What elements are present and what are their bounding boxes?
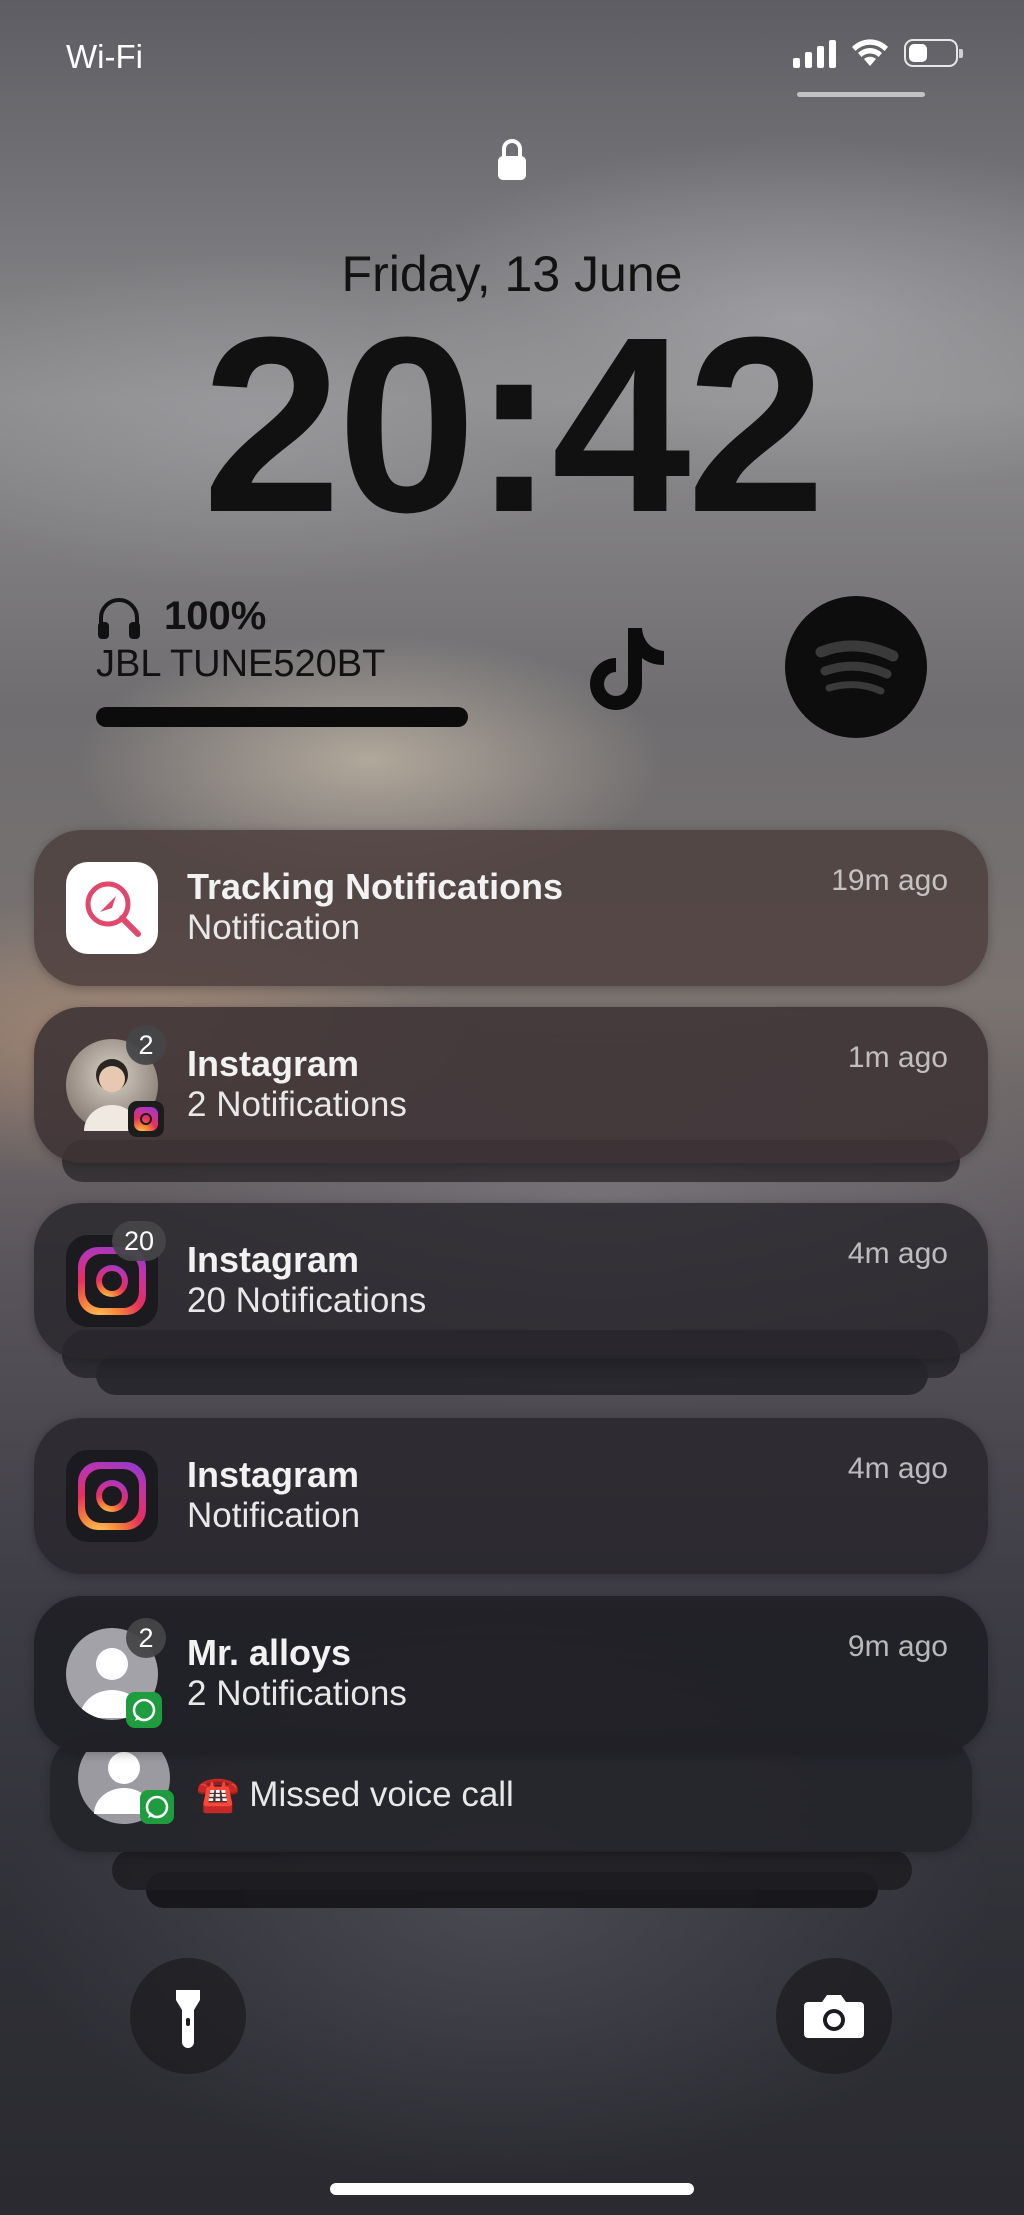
camera-icon (804, 1995, 864, 2038)
home-indicator[interactable] (330, 2183, 694, 2195)
notification-title: Instagram (187, 1239, 360, 1280)
flashlight-icon (176, 1990, 200, 2048)
notification-title: Tracking Notifications (187, 866, 564, 907)
instagram-icon (66, 1450, 158, 1542)
notification-time: 4m ago (847, 1237, 948, 1270)
headphones-battery: 100% (164, 594, 267, 638)
spotify-icon[interactable] (785, 596, 927, 738)
notification-badge: 20 (112, 1221, 166, 1261)
notification-time: 9m ago (847, 1630, 948, 1663)
notification-time: 4m ago (847, 1452, 948, 1485)
notification-stack-layer (112, 1850, 912, 1890)
status-carrier: Wi-Fi (66, 38, 143, 75)
notification-instagram-2[interactable]: 20 Instagram 20 Notifications 4m ago (34, 1203, 988, 1359)
control-center-indicator[interactable] (797, 92, 925, 97)
notification-instagram-1[interactable]: 2 Instagram 2 Notifications 1m ago (34, 1007, 988, 1163)
notification-mr-alloys[interactable]: 2 Mr. alloys 2 Notifications 9m ago (34, 1596, 988, 1752)
notification-badge: 2 (126, 1618, 166, 1658)
instagram-small-icon (128, 1101, 164, 1137)
notification-time: 1m ago (847, 1041, 948, 1074)
notification-instagram-3[interactable]: Instagram Notification 4m ago (34, 1418, 988, 1574)
notification-time: 19m ago (831, 864, 948, 897)
notification-title: Instagram (187, 1454, 360, 1495)
lock-icon (498, 139, 526, 180)
headphones-battery-bar (96, 707, 468, 727)
notification-subtitle: 2 Notifications (187, 1085, 407, 1124)
notification-title: Instagram (187, 1043, 360, 1084)
notification-subtitle: ☎️ Missed voice call (196, 1775, 514, 1814)
whatsapp-icon (140, 1790, 174, 1824)
headphones-device: JBL TUNE520BT (96, 643, 386, 685)
camera-button[interactable] (776, 1958, 892, 2074)
notification-subtitle: 2 Notifications (187, 1674, 407, 1713)
flashlight-button[interactable] (130, 1958, 246, 2074)
notification-badge: 2 (126, 1025, 166, 1065)
battery-icon (904, 39, 963, 67)
notification-subtitle: 20 Notifications (187, 1281, 427, 1320)
notification-title: Mr. alloys (187, 1632, 352, 1673)
notification-subtitle: Notification (187, 908, 361, 947)
whatsapp-icon (126, 1692, 162, 1728)
wifi-icon (852, 39, 888, 66)
battery-level (909, 44, 927, 62)
tracking-app-icon (66, 862, 158, 954)
notification-tracking[interactable]: Tracking Notifications Notification 19m … (34, 830, 988, 986)
status-icons (793, 38, 963, 68)
notification-subtitle: Notification (187, 1496, 361, 1535)
headphones-icon (98, 598, 140, 639)
tiktok-icon[interactable] (578, 620, 674, 716)
lock-time: 20:42 (202, 285, 825, 564)
signal-icon (793, 38, 836, 68)
